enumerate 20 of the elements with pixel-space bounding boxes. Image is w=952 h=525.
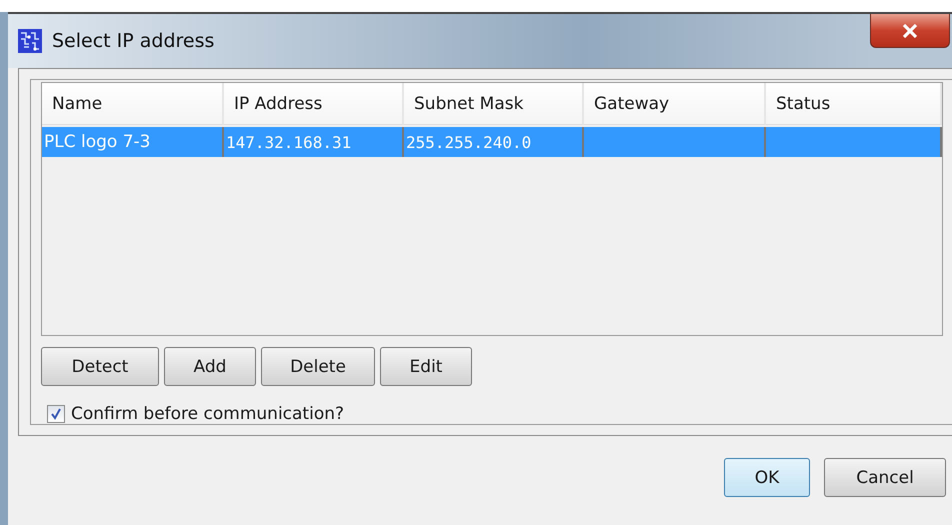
table-cell: PLC logo 7-3 [44, 132, 150, 152]
column-header[interactable]: IP Address [224, 83, 404, 125]
checkbox-label[interactable]: Confirm before communication? [71, 404, 344, 424]
column-header[interactable]: Status [766, 83, 942, 125]
action-button[interactable]: Detect [41, 347, 159, 386]
ok-button[interactable]: OK [724, 458, 810, 497]
window-title: Select IP address [52, 30, 214, 52]
column-header[interactable]: Gateway [584, 83, 766, 125]
action-button[interactable]: Add [164, 347, 256, 386]
action-button[interactable]: Edit [380, 347, 472, 386]
column-header[interactable]: Name [42, 83, 224, 125]
close-button[interactable] [870, 14, 950, 48]
table-cell: 147.32.168.31 [226, 132, 352, 152]
action-button[interactable]: Delete [261, 347, 375, 386]
column-header[interactable]: Subnet Mask [404, 83, 584, 125]
cancel-button[interactable]: Cancel [824, 458, 946, 497]
checkbox[interactable] [47, 405, 65, 423]
network-icon [18, 29, 42, 53]
table-cell: 255.255.240.0 [406, 132, 532, 152]
close-icon [902, 24, 918, 38]
